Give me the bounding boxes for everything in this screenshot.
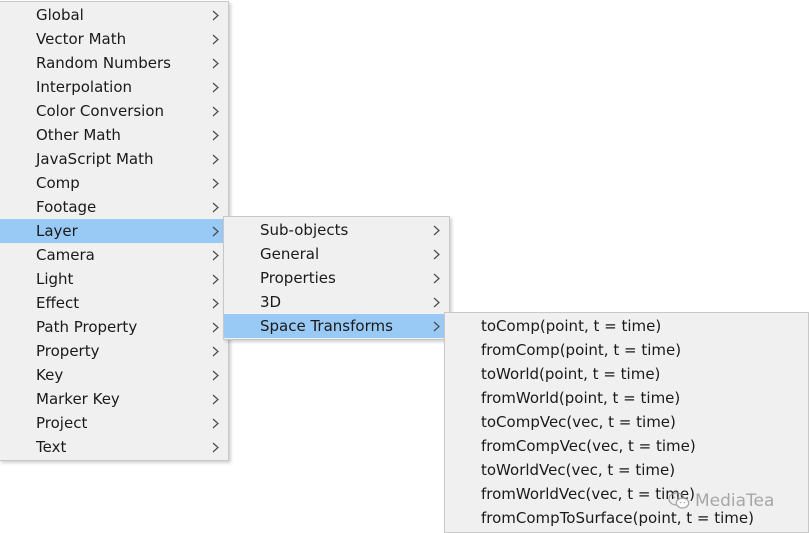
menu-item-tocompvec[interactable]: toCompVec(vec, t = time) — [445, 410, 808, 434]
menu-item-label: toCompVec(vec, t = time) — [481, 413, 676, 431]
menu-item-global[interactable]: Global — [0, 3, 228, 27]
menu-item-properties[interactable]: Properties — [224, 266, 449, 290]
menu-item-random-numbers[interactable]: Random Numbers — [0, 51, 228, 75]
chevron-right-icon — [210, 171, 220, 195]
menu-item-label: Light — [36, 270, 74, 288]
chevron-right-icon — [210, 3, 220, 27]
chevron-right-icon — [210, 51, 220, 75]
menu-item-label: toWorld(point, t = time) — [481, 365, 661, 383]
menu-item-label: Camera — [36, 246, 95, 264]
menu-item-light[interactable]: Light — [0, 267, 228, 291]
chevron-right-icon — [210, 243, 220, 267]
chevron-right-icon — [210, 339, 220, 363]
menu-item-text[interactable]: Text — [0, 435, 228, 459]
menu-item-label: Marker Key — [36, 390, 120, 408]
watermark-text: MediaTea — [695, 491, 775, 511]
menu-item-marker-key[interactable]: Marker Key — [0, 387, 228, 411]
chevron-right-icon — [210, 123, 220, 147]
watermark: MediaTea — [668, 488, 774, 514]
menu-item-color-conversion[interactable]: Color Conversion — [0, 99, 228, 123]
menu-item-general[interactable]: General — [224, 242, 449, 266]
menu-item-label: Random Numbers — [36, 54, 171, 72]
menu-item-label: JavaScript Math — [36, 150, 154, 168]
menu-item-layer[interactable]: Layer — [0, 219, 228, 243]
menu-item-key[interactable]: Key — [0, 363, 228, 387]
menu-item-label: fromComp(point, t = time) — [481, 341, 682, 359]
menu-item-label: toComp(point, t = time) — [481, 317, 662, 335]
chevron-right-icon — [431, 290, 441, 314]
menu-item-effect[interactable]: Effect — [0, 291, 228, 315]
chevron-right-icon — [210, 387, 220, 411]
menu-item-label: Color Conversion — [36, 102, 165, 120]
chevron-right-icon — [431, 314, 441, 338]
chevron-right-icon — [210, 195, 220, 219]
menu-item-fromcompvec[interactable]: fromCompVec(vec, t = time) — [445, 434, 808, 458]
menu-item-fromcomp[interactable]: fromComp(point, t = time) — [445, 338, 808, 362]
chevron-right-icon — [210, 147, 220, 171]
menu-item-label: Other Math — [36, 126, 121, 144]
chevron-right-icon — [210, 267, 220, 291]
menu-item-label: Key — [36, 366, 64, 384]
chevron-right-icon — [431, 218, 441, 242]
menu-item-path-property[interactable]: Path Property — [0, 315, 228, 339]
menu-item-label: Vector Math — [36, 30, 127, 48]
chevron-right-icon — [431, 266, 441, 290]
menu-item-toworldvec[interactable]: toWorldVec(vec, t = time) — [445, 458, 808, 482]
menu-item-camera[interactable]: Camera — [0, 243, 228, 267]
menu-item-vector-math[interactable]: Vector Math — [0, 27, 228, 51]
menu-item-label: Layer — [36, 222, 78, 240]
chevron-right-icon — [210, 435, 220, 459]
expression-language-menu: Global Vector Math Random Numbers Interp… — [0, 1, 229, 461]
chevron-right-icon — [210, 99, 220, 123]
menu-item-fromworld[interactable]: fromWorld(point, t = time) — [445, 386, 808, 410]
menu-item-javascript-math[interactable]: JavaScript Math — [0, 147, 228, 171]
menu-item-label: Project — [36, 414, 88, 432]
menu-item-toworld[interactable]: toWorld(point, t = time) — [445, 362, 808, 386]
menu-item-label: Properties — [260, 269, 336, 287]
menu-item-footage[interactable]: Footage — [0, 195, 228, 219]
menu-item-label: General — [260, 245, 320, 263]
menu-item-label: Comp — [36, 174, 80, 192]
chevron-right-icon — [210, 411, 220, 435]
menu-item-sub-objects[interactable]: Sub-objects — [224, 218, 449, 242]
menu-item-label: Effect — [36, 294, 80, 312]
menu-item-space-transforms[interactable]: Space Transforms — [224, 314, 449, 338]
layer-submenu: Sub-objects General Properties 3D Space … — [223, 216, 450, 340]
chevron-right-icon — [210, 75, 220, 99]
menu-item-label: Text — [36, 438, 67, 456]
menu-item-label: Sub-objects — [260, 221, 349, 239]
menu-item-label: Property — [36, 342, 100, 360]
menu-item-other-math[interactable]: Other Math — [0, 123, 228, 147]
wechat-icon — [668, 492, 690, 509]
chevron-right-icon — [210, 291, 220, 315]
menu-item-label: fromWorldVec(vec, t = time) — [481, 485, 695, 503]
menu-item-3d[interactable]: 3D — [224, 290, 449, 314]
menu-item-property[interactable]: Property — [0, 339, 228, 363]
menu-item-label: Space Transforms — [260, 317, 393, 335]
menu-item-label: 3D — [260, 293, 282, 311]
menu-item-label: Global — [36, 6, 84, 24]
menu-item-project[interactable]: Project — [0, 411, 228, 435]
chevron-right-icon — [210, 315, 220, 339]
chevron-right-icon — [210, 27, 220, 51]
menu-item-label: Footage — [36, 198, 97, 216]
chevron-right-icon — [431, 242, 441, 266]
menu-item-label: fromCompVec(vec, t = time) — [481, 437, 696, 455]
menu-item-label: fromWorld(point, t = time) — [481, 389, 681, 407]
menu-item-label: Path Property — [36, 318, 138, 336]
menu-item-tocomp[interactable]: toComp(point, t = time) — [445, 314, 808, 338]
chevron-right-icon — [210, 219, 220, 243]
chevron-right-icon — [210, 363, 220, 387]
menu-item-comp[interactable]: Comp — [0, 171, 228, 195]
menu-item-label: toWorldVec(vec, t = time) — [481, 461, 676, 479]
menu-item-interpolation[interactable]: Interpolation — [0, 75, 228, 99]
menu-item-label: Interpolation — [36, 78, 132, 96]
